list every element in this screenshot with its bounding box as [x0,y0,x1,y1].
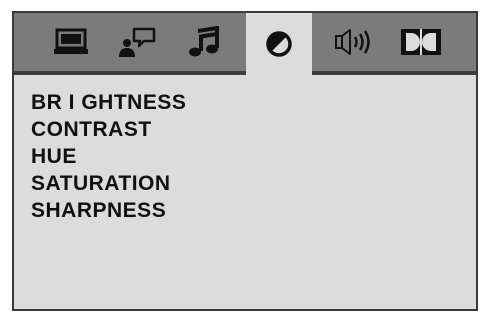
tab-speaker-setup[interactable] [104,13,170,71]
video-settings-panel: BR I GHTNESS CONTRAST HUE SATURATION SHA… [14,75,476,309]
tab-dolby[interactable] [388,13,454,71]
settings-menu: BR I GHTNESS CONTRAST HUE SATURATION SHA… [31,89,186,224]
menu-item-contrast[interactable]: CONTRAST [31,116,186,143]
tab-audio[interactable] [170,13,236,71]
monitor-icon [53,28,89,56]
speaker-person-icon [117,26,157,58]
tab-bar [14,13,476,75]
tab-sound[interactable] [320,13,386,71]
audio-speaker-icon [333,27,373,57]
settings-window: BR I GHTNESS CONTRAST HUE SATURATION SHA… [12,11,478,311]
menu-item-saturation[interactable]: SATURATION [31,170,186,197]
video-settings-icon [264,29,294,59]
tab-video[interactable] [246,13,312,75]
music-note-icon [186,26,220,58]
menu-item-brightness[interactable]: BR I GHTNESS [31,89,186,116]
menu-item-sharpness[interactable]: SHARPNESS [31,197,186,224]
menu-item-hue[interactable]: HUE [31,143,186,170]
tab-general[interactable] [38,13,104,71]
dolby-icon [400,28,442,56]
